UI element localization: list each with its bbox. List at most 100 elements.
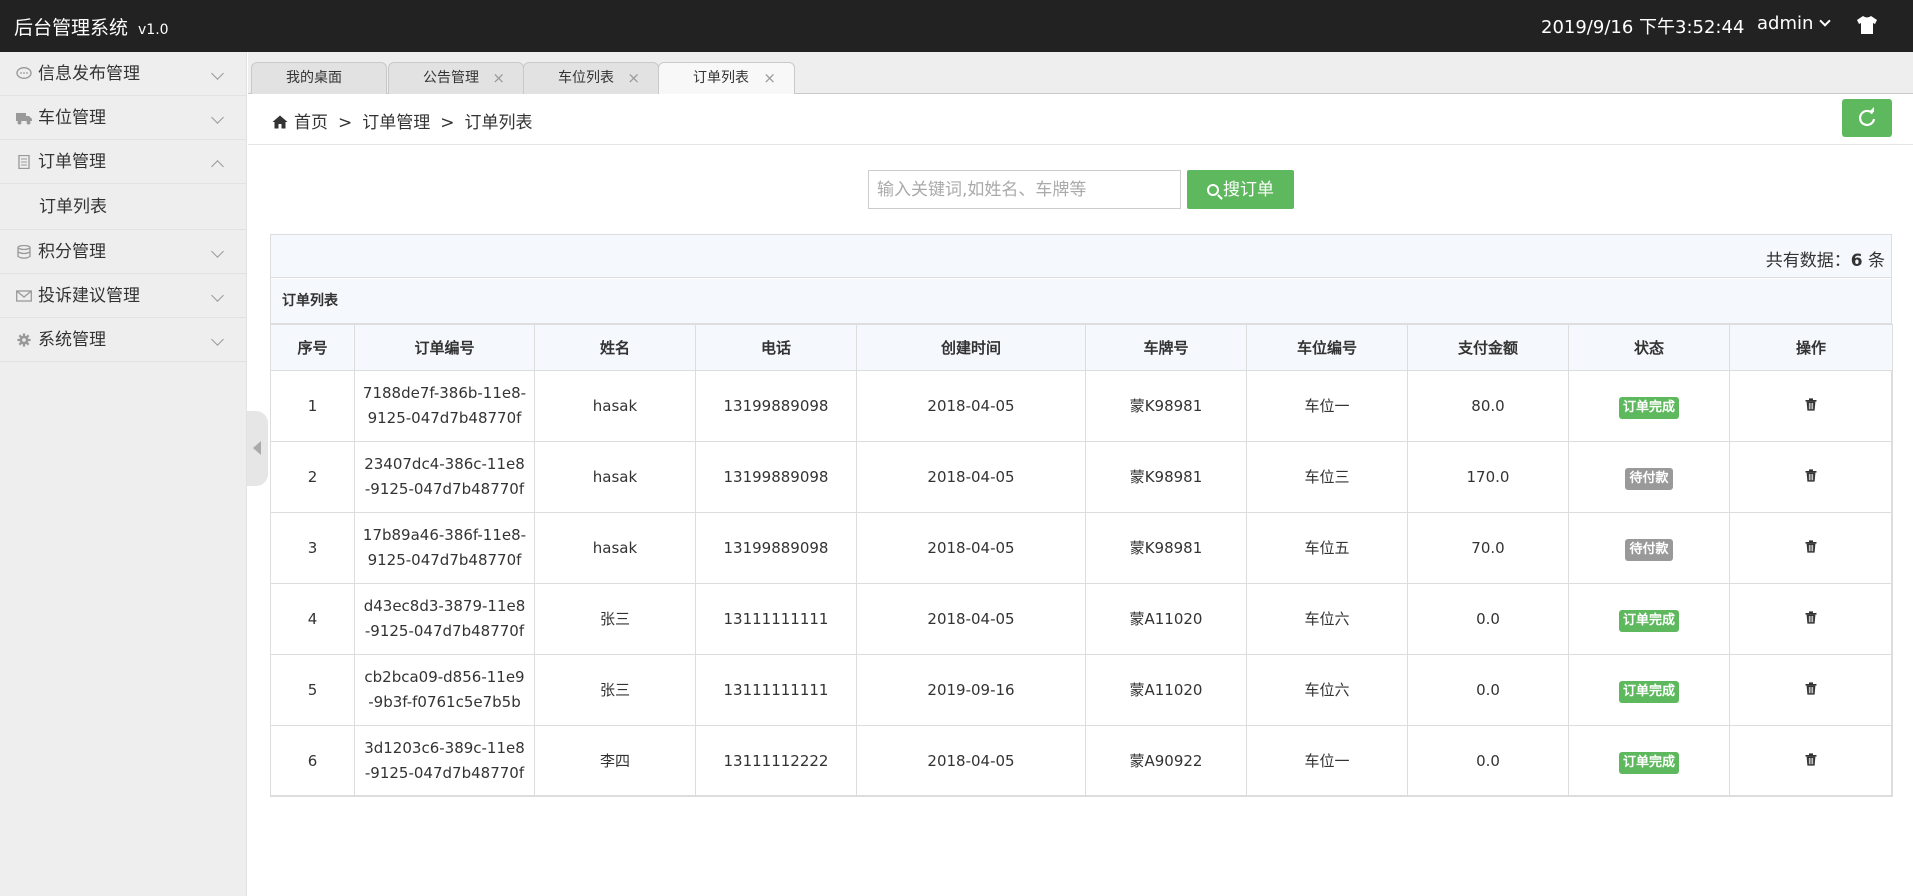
cell-name: 李四 <box>534 725 696 797</box>
total-prefix: 共有数据： <box>1765 251 1851 271</box>
total-count: 6 <box>1850 251 1863 271</box>
total-bar: 共有数据：6 条 <box>271 235 1891 278</box>
panel-title: 订单列表 <box>271 279 1891 324</box>
cell-actions <box>1729 370 1893 442</box>
top-header: 后台管理系统 v1.0 2019/9/16 下午3:52:44 admin <box>0 0 1913 52</box>
cell-actions <box>1729 441 1893 513</box>
sidebar-collapse-handle[interactable] <box>247 411 268 486</box>
document-icon <box>18 155 30 169</box>
search-button-label: 搜订单 <box>1223 180 1274 199</box>
refresh-icon <box>1858 107 1876 126</box>
search-orders-button[interactable]: 搜订单 <box>1187 170 1294 209</box>
cell-status: 待付款 <box>1568 441 1730 513</box>
sidebar-item-label: 车位管理 <box>38 108 106 128</box>
user-name: admin <box>1757 13 1814 34</box>
column-header: 电话 <box>695 324 857 371</box>
trash-icon[interactable] <box>1805 681 1817 695</box>
home-icon <box>272 115 288 129</box>
tab-parking-list[interactable]: 车位列表 × <box>523 62 659 95</box>
tab-desktop[interactable]: 我的桌面 <box>251 62 387 95</box>
cell-phone: 13199889098 <box>695 441 857 513</box>
search-input[interactable] <box>868 170 1181 209</box>
table-row: 2 23407dc4-386c-11e8 -9125-047d7b48770f h… <box>270 441 1893 513</box>
cell-plate: 蒙A11020 <box>1085 583 1247 655</box>
cell-created: 2018-04-05 <box>856 370 1086 442</box>
sidebar-item-orders[interactable]: 订单管理 <box>0 140 246 184</box>
cell-amount: 80.0 <box>1407 370 1569 442</box>
cell-index: 6 <box>270 725 355 797</box>
trash-icon[interactable] <box>1805 468 1817 482</box>
cell-order-no: d43ec8d3-3879-11e8 -9125-047d7b48770f <box>354 583 535 655</box>
status-badge: 订单完成 <box>1618 396 1679 419</box>
trash-icon[interactable] <box>1805 397 1817 411</box>
total-suffix: 条 <box>1862 251 1885 271</box>
cell-order-no: 7188de7f-386b-11e8- 9125-047d7b48770f <box>354 370 535 442</box>
cell-amount: 70.0 <box>1407 512 1569 584</box>
cell-created: 2018-04-05 <box>856 583 1086 655</box>
status-badge: 订单完成 <box>1618 680 1679 703</box>
trash-icon[interactable] <box>1805 610 1817 624</box>
cell-plate: 蒙K98981 <box>1085 370 1247 442</box>
close-icon[interactable]: × <box>627 63 640 94</box>
order-no-line1: 3d1203c6-389c-11e8 <box>364 739 525 757</box>
column-header: 支付金额 <box>1407 324 1569 371</box>
cell-index: 3 <box>270 512 355 584</box>
tab-label: 公告管理 <box>423 70 479 86</box>
caret-left-icon <box>253 441 261 455</box>
breadcrumb-separator: > <box>338 113 353 133</box>
order-no-line2: -9b3f-f0761c5e7b5b <box>368 693 521 711</box>
cell-plate: 蒙K98981 <box>1085 512 1247 584</box>
cell-plate: 蒙A90922 <box>1085 725 1247 797</box>
chevron-down-icon <box>211 289 224 302</box>
cell-index: 1 <box>270 370 355 442</box>
sidebar-item-label: 订单管理 <box>38 152 106 172</box>
cell-phone: 13199889098 <box>695 370 857 442</box>
app-logo[interactable]: 后台管理系统 v1.0 <box>14 13 169 40</box>
cell-status: 订单完成 <box>1568 583 1730 655</box>
chevron-down-icon <box>1819 15 1832 27</box>
column-header: 操作 <box>1729 324 1893 371</box>
sidebar-item-parking[interactable]: 车位管理 <box>0 96 246 140</box>
cell-actions <box>1729 725 1893 797</box>
tab-announcements[interactable]: 公告管理 × <box>388 62 524 95</box>
refresh-button[interactable] <box>1842 99 1892 137</box>
cell-space: 车位三 <box>1246 441 1408 513</box>
cell-amount: 0.0 <box>1407 725 1569 797</box>
chevron-down-icon <box>211 67 224 80</box>
chevron-down-icon <box>211 333 224 346</box>
tab-label: 订单列表 <box>693 70 749 86</box>
order-no-line2: 9125-047d7b48770f <box>367 551 522 569</box>
sidebar-item-complaints[interactable]: 投诉建议管理 <box>0 274 246 318</box>
cell-index: 4 <box>270 583 355 655</box>
trash-icon[interactable] <box>1805 752 1817 766</box>
table-row: 6 3d1203c6-389c-11e8 -9125-047d7b48770f 李… <box>270 725 1893 797</box>
cell-amount: 170.0 <box>1407 441 1569 513</box>
total-count-text: 共有数据：6 条 <box>1766 246 1885 271</box>
breadcrumb-home[interactable]: 首页 <box>294 113 328 133</box>
cell-order-no: 23407dc4-386c-11e8 -9125-047d7b48770f <box>354 441 535 513</box>
trash-icon[interactable] <box>1805 539 1817 553</box>
sidebar-item-points[interactable]: 积分管理 <box>0 230 246 274</box>
order-no-line1: 7188de7f-386b-11e8- <box>362 384 527 402</box>
tab-bar: 我的桌面 公告管理 × 车位列表 × 订单列表 × <box>248 52 1913 96</box>
chevron-down-icon <box>211 111 224 124</box>
cell-name: hasak <box>534 370 696 442</box>
database-icon <box>17 245 31 259</box>
close-icon[interactable]: × <box>763 63 776 94</box>
cell-status: 订单完成 <box>1568 370 1730 442</box>
sidebar-item-info-publish[interactable]: 信息发布管理 <box>0 52 246 96</box>
order-no-line2: -9125-047d7b48770f <box>364 622 525 640</box>
cell-index: 5 <box>270 654 355 726</box>
tab-order-list[interactable]: 订单列表 × <box>658 62 795 96</box>
sidebar-item-system[interactable]: 系统管理 <box>0 318 246 362</box>
cell-plate: 蒙K98981 <box>1085 441 1247 513</box>
close-icon[interactable]: × <box>492 63 505 94</box>
user-menu[interactable]: admin <box>1757 13 1832 34</box>
shirt-icon[interactable] <box>1856 15 1878 35</box>
breadcrumb-level1[interactable]: 订单管理 <box>362 113 430 133</box>
cell-order-no: cb2bca09-d856-11e9 -9b3f-f0761c5e7b5b <box>354 654 535 726</box>
cell-actions <box>1729 654 1893 726</box>
cell-space: 车位一 <box>1246 370 1408 442</box>
cell-phone: 13111112222 <box>695 725 857 797</box>
sidebar-subitem-order-list[interactable]: 订单列表 <box>0 184 246 230</box>
